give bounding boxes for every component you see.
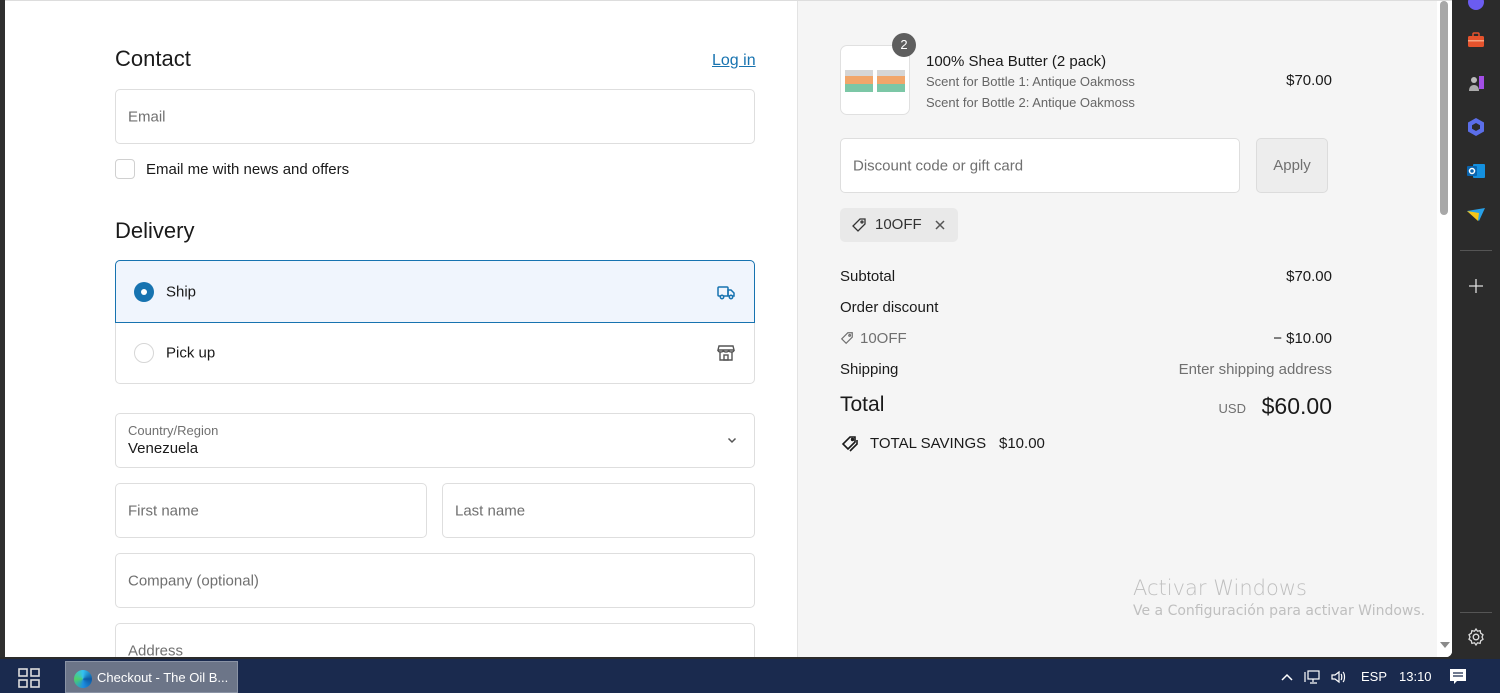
taskbar: Checkout - The Oil B... ESP 13:10	[0, 657, 1500, 693]
apply-button[interactable]: Apply	[1256, 138, 1328, 193]
product-variant: Scent for Bottle 2: Antique Oakmoss	[926, 95, 1135, 110]
newsletter-label[interactable]: Email me with news and offers	[146, 161, 349, 178]
copilot-icon[interactable]	[1466, 0, 1486, 12]
pickup-radio[interactable]	[134, 343, 154, 363]
settings-icon[interactable]	[1466, 627, 1486, 647]
total-value: $60.00	[1261, 393, 1332, 419]
discount-placeholder: Discount code or gift card	[853, 157, 1024, 174]
country-label: Country/Region	[128, 423, 219, 438]
total-savings-label: TOTAL SAVINGS	[870, 435, 987, 452]
order-summary: 2 100% Shea Butter (2 pack) Scent for Bo…	[797, 1, 1452, 657]
delivery-option-pickup[interactable]: Pick up	[116, 323, 754, 383]
order-discount-label: Order discount	[840, 299, 939, 316]
browser-content: Contact Log in Email Email me with news …	[5, 0, 1452, 657]
taskbar-app-edge[interactable]: Checkout - The Oil B...	[65, 661, 238, 693]
sidebar-divider	[1460, 612, 1492, 613]
login-link[interactable]: Log in	[712, 52, 756, 70]
edge-sidebar	[1452, 0, 1500, 657]
total-savings-value: $10.00	[999, 435, 1045, 452]
country-select[interactable]: Country/Region Venezuela	[115, 413, 755, 468]
edge-browser-icon	[74, 670, 92, 688]
notifications-icon[interactable]	[1449, 668, 1467, 686]
chevron-down-icon	[727, 437, 737, 444]
last-name-placeholder: Last name	[455, 502, 526, 519]
ship-radio[interactable]	[134, 281, 154, 302]
product-price: $70.00	[1286, 72, 1332, 89]
volume-icon[interactable]	[1330, 669, 1346, 685]
clock[interactable]: 13:10	[1399, 669, 1432, 684]
first-name-placeholder: First name	[128, 502, 199, 519]
newsletter-checkbox[interactable]	[115, 159, 135, 179]
add-icon[interactable]	[1466, 276, 1486, 296]
last-name-field[interactable]: Last name	[442, 483, 755, 538]
remove-discount-icon[interactable]	[933, 218, 947, 232]
screen: Contact Log in Email Email me with news …	[0, 0, 1500, 693]
shipping-value: Enter shipping address	[1178, 361, 1332, 378]
first-name-field[interactable]: First name	[115, 483, 427, 538]
tag-icon	[852, 218, 866, 232]
microsoft365-icon[interactable]	[1466, 117, 1486, 137]
delivery-option-ship[interactable]: Ship	[115, 260, 755, 323]
savings-tag-icon	[841, 436, 858, 452]
contact-heading: Contact	[115, 46, 191, 71]
store-icon	[717, 345, 735, 361]
email-field[interactable]: Email	[115, 89, 755, 144]
games-icon[interactable]	[1466, 73, 1486, 93]
email-placeholder: Email	[128, 108, 166, 125]
product-variant: Scent for Bottle 1: Antique Oakmoss	[926, 74, 1135, 89]
tag-icon	[840, 332, 853, 345]
subtotal-value: $70.00	[1286, 268, 1332, 285]
scroll-down-arrow[interactable]	[1440, 642, 1450, 648]
scrollbar-thumb[interactable]	[1440, 1, 1448, 215]
total-currency: USD	[1218, 401, 1246, 416]
vertical-scrollbar[interactable]	[1437, 1, 1452, 657]
delivery-method-group: Ship Pick up	[115, 260, 755, 384]
tools-icon[interactable]	[1466, 30, 1486, 50]
task-view-icon[interactable]	[18, 668, 40, 688]
truck-icon	[717, 285, 735, 299]
product-image	[845, 70, 905, 92]
discount-code-label: 10OFF	[860, 330, 907, 347]
ship-label: Ship	[166, 283, 197, 300]
address-field[interactable]: Address	[115, 623, 755, 657]
delivery-heading: Delivery	[115, 218, 195, 243]
address-placeholder: Address	[128, 642, 184, 658]
discount-code-input[interactable]: Discount code or gift card	[840, 138, 1240, 193]
sidebar-divider	[1460, 250, 1492, 251]
send-icon[interactable]	[1466, 205, 1486, 225]
quantity-badge: 2	[892, 33, 916, 57]
chevron-up-icon[interactable]	[1279, 669, 1295, 685]
company-field[interactable]: Company (optional)	[115, 553, 755, 608]
company-placeholder: Company (optional)	[128, 572, 259, 589]
activation-watermark-subtitle: Ve a Configuración para activar Windows.	[1133, 603, 1426, 619]
product-thumbnail: 2	[840, 33, 916, 115]
taskbar-app-title: Checkout - The Oil B...	[97, 670, 229, 685]
product-title: 100% Shea Butter (2 pack)	[926, 53, 1107, 70]
applied-code: 10OFF	[875, 216, 922, 233]
pickup-label: Pick up	[166, 344, 216, 362]
total-label: Total	[840, 393, 885, 416]
discount-value: − $10.00	[1273, 330, 1332, 347]
outlook-icon[interactable]	[1466, 161, 1486, 181]
shipping-label: Shipping	[840, 361, 899, 378]
subtotal-label: Subtotal	[840, 268, 896, 285]
activation-watermark-title: Activar Windows	[1133, 576, 1307, 600]
language-indicator[interactable]: ESP	[1361, 669, 1387, 684]
country-value: Venezuela	[128, 440, 199, 457]
checkout-form: Contact Log in Email Email me with news …	[5, 1, 797, 657]
network-icon[interactable]	[1304, 669, 1320, 685]
applied-discount-chip: 10OFF	[840, 208, 958, 242]
